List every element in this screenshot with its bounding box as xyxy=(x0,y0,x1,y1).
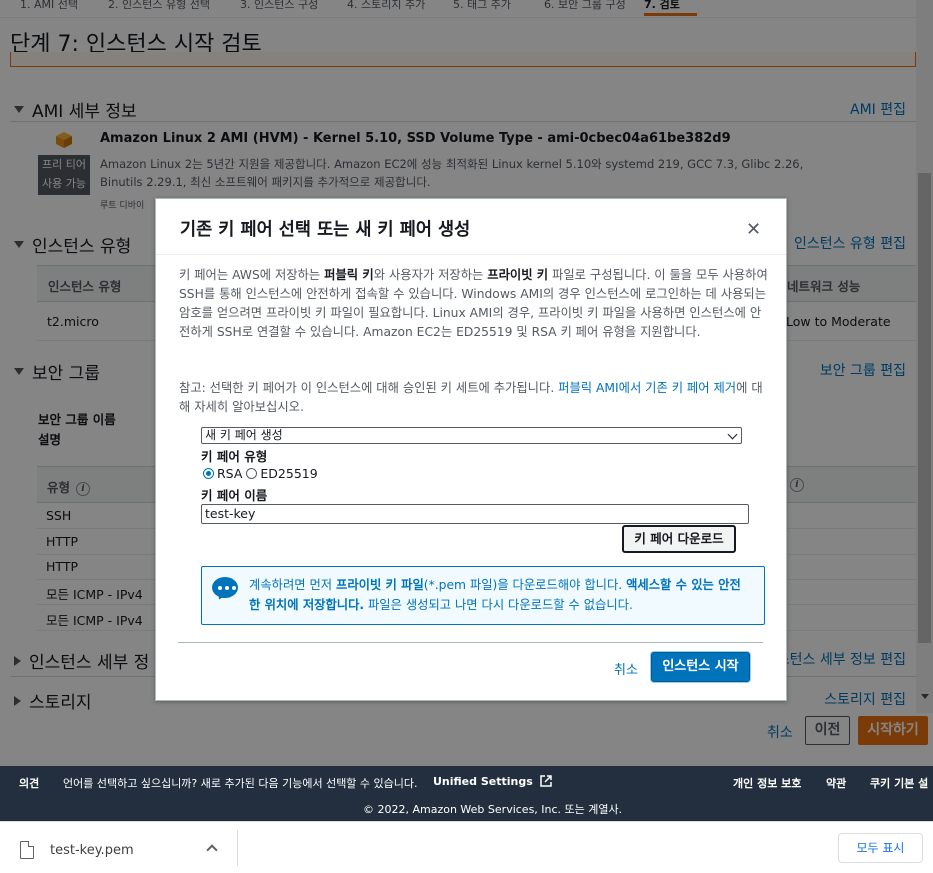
key-type-radio-group: RSA ED25519 xyxy=(203,466,318,481)
alert-text: 계속하려면 먼저 프라이빗 키 파일(*.pem 파일)을 다운로드해야 합니다… xyxy=(249,575,744,615)
chevron-up-icon[interactable] xyxy=(206,844,218,856)
key-name-input[interactable]: test-key xyxy=(201,504,749,524)
download-key-pair-button[interactable]: 키 페어 다운로드 xyxy=(622,525,736,553)
alert-part: 파일은 생성되고 나면 다시 다운로드할 수 없습니다. xyxy=(364,598,633,612)
chevron-down-icon xyxy=(727,429,738,440)
rsa-radio[interactable] xyxy=(203,468,214,479)
terms-link[interactable]: 약관 xyxy=(826,775,846,791)
external-link-icon xyxy=(539,775,552,787)
rsa-radio-label[interactable]: RSA xyxy=(217,466,242,481)
divider xyxy=(178,642,763,643)
chat-bubble-icon xyxy=(212,577,238,598)
launch-instance-button[interactable]: 인스턴스 시작 xyxy=(651,652,750,682)
desc-public-key: 퍼블릭 키 xyxy=(324,268,374,282)
modal-title: 기존 키 페어 선택 또는 새 키 페어 생성 xyxy=(180,220,471,240)
desc-text: 키 페어는 AWS에 저장하는 xyxy=(179,268,325,282)
download-bar: test-key.pem 모두 표시 xyxy=(0,821,933,873)
copyright: © 2022, Amazon Web Services, Inc. 또는 계열사… xyxy=(363,803,623,816)
download-file-name[interactable]: test-key.pem xyxy=(50,843,134,858)
file-icon xyxy=(20,841,34,859)
language-message: 언어를 선택하고 싶으십니까? 새로 추가된 다음 기능에서 선택할 수 있습니… xyxy=(63,777,418,790)
key-pair-modal: 기존 키 페어 선택 또는 새 키 페어 생성 ✕ 키 페어는 AWS에 저장하… xyxy=(155,198,787,701)
desc-text: 와 사용자가 저장하는 xyxy=(373,268,488,282)
info-alert: 계속하려면 먼저 프라이빗 키 파일(*.pem 파일)을 다운로드해야 합니다… xyxy=(201,566,765,625)
note-text: 참고: 선택한 키 페어가 이 인스턴스에 대해 승인된 키 세트에 추가됩니다… xyxy=(179,381,559,395)
ed25519-radio[interactable] xyxy=(246,468,258,479)
ed25519-radio-label[interactable]: ED25519 xyxy=(260,466,317,481)
feedback-link[interactable]: 의견 xyxy=(19,775,39,791)
alert-part: 프라이빗 키 파일 xyxy=(336,578,424,592)
alert-part: (*.pem 파일)을 다운로드해야 합니다. xyxy=(423,578,627,592)
show-all-button[interactable]: 모두 표시 xyxy=(838,833,923,863)
unified-settings-link[interactable]: Unified Settings xyxy=(433,775,552,788)
alert-part: 계속하려면 먼저 xyxy=(249,578,337,592)
desc-private-key: 프라이빗 키 xyxy=(487,268,549,282)
key-type-label: 키 페어 유형 xyxy=(201,449,268,464)
cookie-preferences-link[interactable]: 쿠키 기본 설 xyxy=(870,775,928,791)
close-icon[interactable]: ✕ xyxy=(746,219,761,240)
divider xyxy=(237,830,238,866)
key-pair-select-value: 새 키 페어 생성 xyxy=(205,428,283,442)
unified-settings-label: Unified Settings xyxy=(433,775,533,788)
modal-cancel-button[interactable]: 취소 xyxy=(614,659,638,678)
console-footer: 의견 언어를 선택하고 싶으십니까? 새로 추가된 다음 기능에서 선택할 수 … xyxy=(0,766,933,821)
modal-note: 참고: 선택한 키 페어가 이 인스턴스에 대해 승인된 키 세트에 추가됩니다… xyxy=(179,379,769,417)
modal-description: 키 페어는 AWS에 저장하는 퍼블릭 키와 사용자가 저장하는 프라이빗 키 … xyxy=(179,266,769,342)
privacy-link[interactable]: 개인 정보 보호 xyxy=(733,775,801,791)
remove-key-pair-link[interactable]: 퍼블릭 AMI에서 기존 키 페어 제거 xyxy=(558,381,736,395)
key-pair-select[interactable]: 새 키 페어 생성 xyxy=(201,427,742,444)
key-name-label: 키 페어 이름 xyxy=(201,488,268,503)
divider xyxy=(156,254,786,255)
